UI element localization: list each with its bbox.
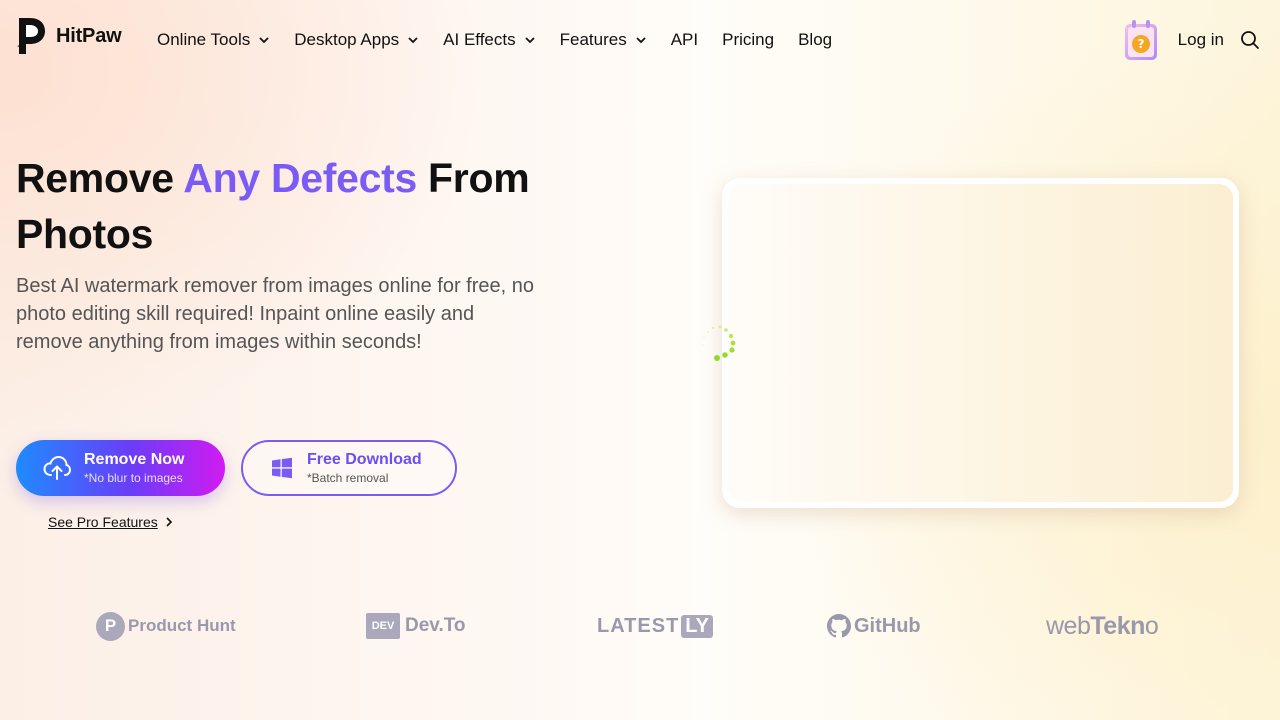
remove-now-button[interactable]: Remove Now *No blur to images <box>16 440 225 496</box>
github-logo: GitHub <box>826 606 921 646</box>
free-download-label: Free Download <box>307 451 422 468</box>
product-hunt-label: Product Hunt <box>128 616 236 635</box>
nav-pricing[interactable]: Pricing <box>722 30 774 50</box>
windows-icon <box>272 457 292 479</box>
nav-ai-effects[interactable]: AI Effects <box>443 30 535 50</box>
hitpaw-logo-icon <box>17 18 45 54</box>
chevron-down-icon <box>636 37 646 44</box>
main-nav: Online Tools Desktop Apps AI Effects Fea… <box>157 28 856 52</box>
nav-label: AI Effects <box>443 30 516 49</box>
nav-api[interactable]: API <box>671 30 698 50</box>
github-label: GitHub <box>854 614 921 637</box>
login-link[interactable]: Log in <box>1178 30 1224 50</box>
promo-gift-icon[interactable]: ? <box>1122 18 1162 62</box>
brand-name: HitPaw <box>56 24 122 47</box>
nav-desktop-apps[interactable]: Desktop Apps <box>294 30 419 50</box>
latestly-suffix: LY <box>681 614 714 638</box>
nav-label: Features <box>559 30 627 49</box>
nav-label: Pricing <box>722 30 775 49</box>
see-pro-features-link[interactable]: See Pro Features <box>48 514 174 530</box>
nav-label: Desktop Apps <box>294 30 400 49</box>
nav-blog[interactable]: Blog <box>798 30 832 50</box>
webtekno-part2: Tekn <box>1090 611 1145 640</box>
hero-description: Best AI watermark remover from images on… <box>16 275 534 353</box>
hero-title-accent: Any Defects <box>183 155 417 201</box>
nav-label: Online Tools <box>157 30 251 49</box>
chevron-down-icon <box>408 37 418 44</box>
header-actions: ? Log in <box>1122 18 1260 62</box>
site-header: HitPaw Online Tools Desktop Apps AI Effe… <box>0 0 1280 80</box>
brand-logo[interactable]: HitPaw <box>16 16 122 56</box>
remove-now-sublabel: *No blur to images <box>84 471 183 485</box>
search-icon[interactable] <box>1240 30 1260 50</box>
chevron-down-icon <box>259 37 269 44</box>
chevron-right-icon <box>166 517 172 527</box>
dev-to-label: Dev.To <box>405 615 466 636</box>
nav-label: Blog <box>798 30 833 49</box>
remove-now-label: Remove Now <box>84 451 185 468</box>
cloud-upload-icon <box>43 455 72 480</box>
dev-to-logo: DEV Dev.To <box>366 606 466 646</box>
latestly-prefix: LATEST <box>597 614 680 637</box>
latestly-logo: LATEST LY <box>597 606 714 646</box>
preview-area <box>728 184 1233 502</box>
nav-online-tools[interactable]: Online Tools <box>157 30 270 50</box>
partner-logos: P Product Hunt DEV Dev.To LATEST LY GitHu… <box>0 606 1280 646</box>
nav-features[interactable]: Features <box>560 30 647 50</box>
chevron-down-icon <box>524 37 535 44</box>
remove-now-texts: Remove Now *No blur to images <box>84 450 184 486</box>
webtekno-part3: o <box>1144 611 1159 640</box>
webtekno-logo: web Tekn o <box>1046 606 1159 646</box>
free-download-texts: Free Download *Batch removal <box>307 450 422 486</box>
product-hunt-icon: P <box>96 611 125 641</box>
github-icon <box>827 614 851 638</box>
product-hunt-logo: P Product Hunt <box>96 606 236 646</box>
pro-link-label: See Pro Features <box>48 514 158 530</box>
svg-text:?: ? <box>1137 37 1144 51</box>
loading-spinner-icon <box>702 325 736 361</box>
free-download-button[interactable]: Free Download *Batch removal <box>241 440 457 496</box>
webtekno-part1: web <box>1046 611 1091 640</box>
nav-label: API <box>670 30 699 49</box>
free-download-sublabel: *Batch removal <box>307 471 389 485</box>
hero-title: Remove Any Defects From Photos <box>16 155 530 257</box>
preview-card <box>722 178 1239 508</box>
dev-badge-icon: DEV <box>366 613 400 639</box>
